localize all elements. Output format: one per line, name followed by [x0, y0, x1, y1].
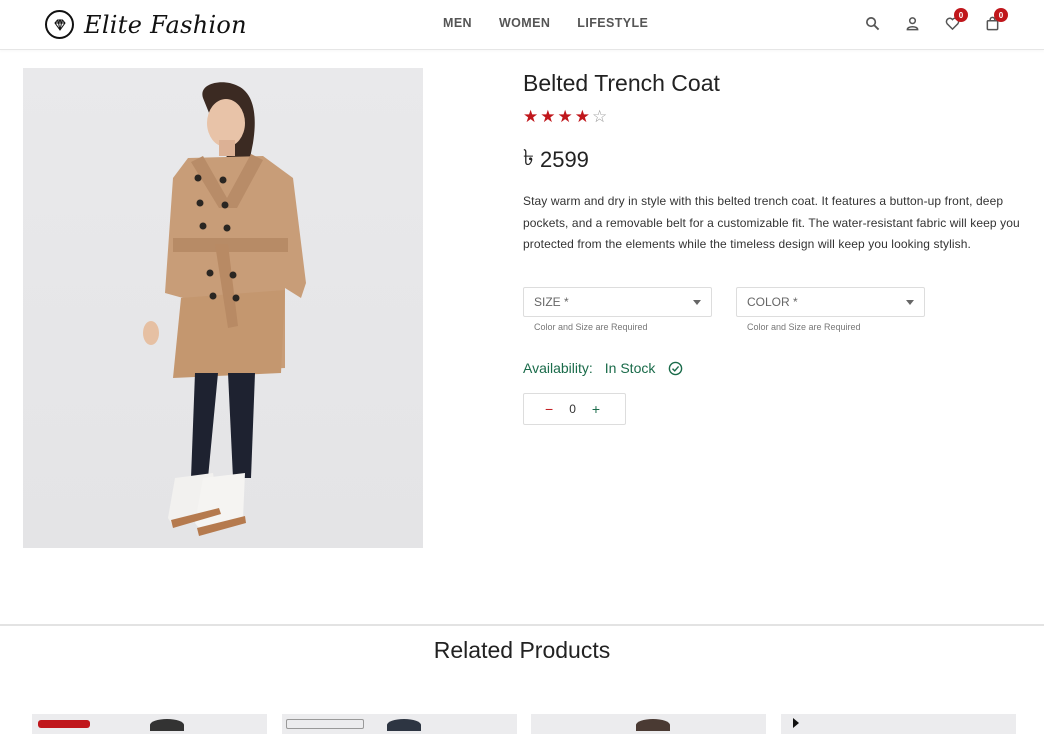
- size-select[interactable]: SIZE *: [523, 287, 712, 318]
- search-button[interactable]: [862, 12, 882, 34]
- currency-symbol: ৳: [523, 145, 534, 170]
- cart-button[interactable]: 0: [982, 8, 1008, 34]
- decrease-quantity-button[interactable]: −: [545, 401, 553, 417]
- price-value: 2599: [539, 146, 589, 172]
- product-description: Stay warm and dry in style with this bel…: [523, 194, 1020, 252]
- product-title: Belted Trench Coat: [523, 70, 720, 96]
- header-icons: 0 0: [862, 8, 1008, 34]
- product-thumbnail: [150, 719, 184, 731]
- availability: Availability: In Stock: [523, 360, 1028, 376]
- related-products-title: Related Products: [433, 637, 611, 663]
- main-nav: MEN WOMEN LIFESTYLE: [443, 16, 648, 30]
- increase-quantity-button[interactable]: +: [592, 401, 600, 417]
- star-filled-icon: ★: [557, 107, 573, 126]
- quantity-stepper: − 0 +: [523, 393, 626, 426]
- product-info: Belted Trench Coat ★ ★ ★ ★ ☆ ৳ 2599 Stay…: [523, 68, 1028, 426]
- color-select-label: COLOR *: [747, 295, 798, 310]
- star-filled-icon: ★: [523, 107, 539, 126]
- color-select[interactable]: COLOR *: [736, 287, 925, 318]
- diamond-logo-icon: [45, 10, 74, 39]
- product-price: ৳ 2599: [523, 141, 1028, 178]
- rating-stars: ★ ★ ★ ★ ☆: [523, 108, 1028, 126]
- trench-coat-model-illustration: [143, 82, 306, 536]
- product-thumbnail: [387, 719, 421, 731]
- account-button[interactable]: [902, 12, 922, 34]
- product-thumbnail: [286, 719, 364, 729]
- color-helper-text: Color and Size are Required: [747, 322, 861, 333]
- check-circle-icon: [669, 361, 683, 375]
- availability-label: Availability:: [523, 360, 593, 377]
- nav-item-women[interactable]: WOMEN: [499, 16, 550, 30]
- related-product-card[interactable]: [531, 714, 766, 734]
- carousel-arrow-icon: [793, 718, 799, 728]
- search-icon: [865, 16, 879, 30]
- user-icon: [906, 16, 918, 30]
- site-header: Elite Fashion MEN WOMEN LIFESTYLE 0 0: [0, 0, 1044, 50]
- star-filled-icon: ★: [540, 107, 556, 126]
- logo[interactable]: Elite Fashion: [45, 10, 247, 39]
- related-product-card[interactable]: [32, 714, 267, 734]
- product-image[interactable]: [23, 68, 423, 548]
- section-divider: [0, 624, 1044, 626]
- caret-down-icon: [693, 299, 701, 305]
- product-thumbnail: [636, 719, 670, 731]
- availability-value: In Stock: [604, 360, 656, 377]
- related-product-card[interactable]: [282, 714, 517, 734]
- sale-tag: [38, 720, 90, 728]
- wishlist-count-badge: 0: [954, 8, 968, 22]
- logo-text: Elite Fashion: [84, 10, 247, 39]
- size-select-label: SIZE *: [534, 295, 569, 310]
- wishlist-button[interactable]: 0: [942, 8, 968, 34]
- caret-down-icon: [906, 299, 914, 305]
- cart-count-badge: 0: [994, 8, 1008, 22]
- nav-item-men[interactable]: MEN: [443, 16, 472, 30]
- quantity-value: 0: [569, 402, 576, 417]
- star-filled-icon: ★: [574, 107, 590, 126]
- variant-selectors: SIZE * Color and Size are Required COLOR…: [523, 287, 1028, 332]
- related-product-card[interactable]: [781, 714, 1016, 734]
- size-helper-text: Color and Size are Required: [534, 322, 648, 333]
- star-empty-icon: ☆: [592, 107, 608, 126]
- nav-item-lifestyle[interactable]: LIFESTYLE: [577, 16, 648, 30]
